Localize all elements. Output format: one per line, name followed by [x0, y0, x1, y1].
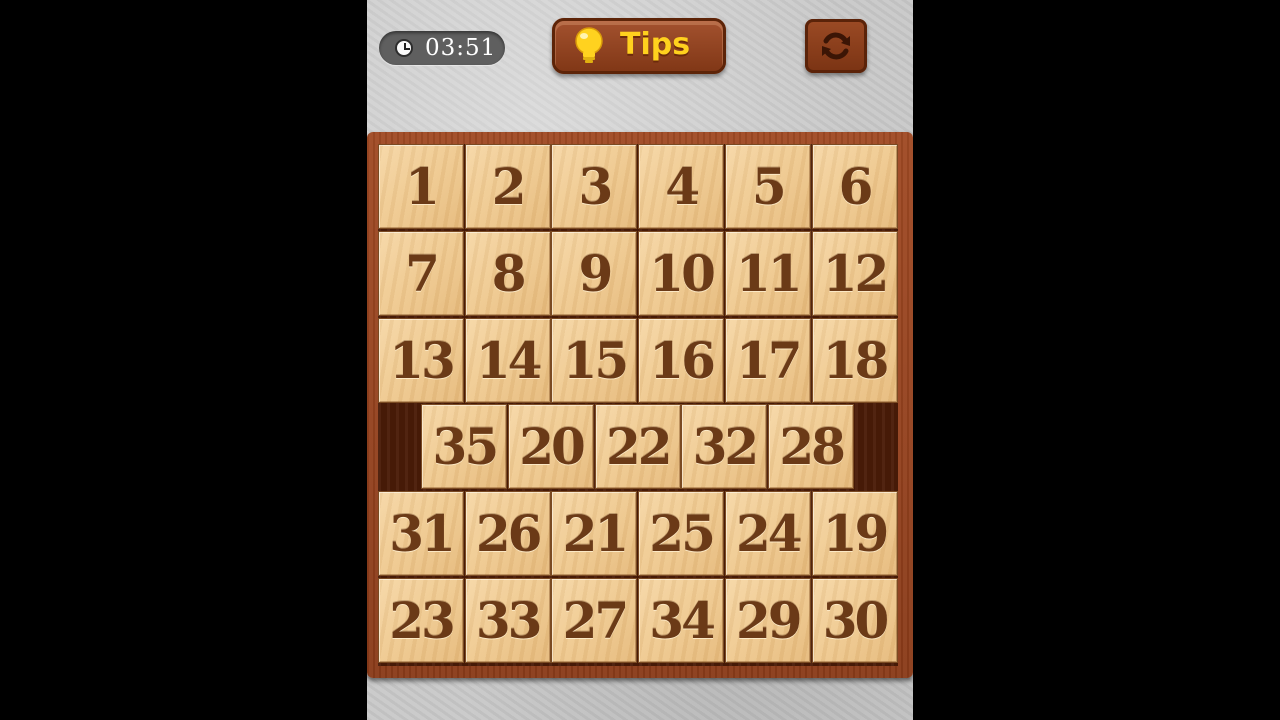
- puzzle-board: 1 2 3 4 5 6 7 8 9 10 11 12 13 14 15 16 17 18 35 20 22 32 28 31 2…: [367, 132, 913, 678]
- tile-number: 11: [736, 243, 803, 303]
- timer: 03:51: [379, 31, 505, 65]
- timer-text: 03:51: [425, 35, 497, 61]
- tile-number: 10: [649, 243, 716, 303]
- puzzle-tile[interactable]: 3: [551, 144, 638, 229]
- tile-number: 28: [779, 417, 846, 477]
- puzzle-tile[interactable]: 10: [638, 230, 725, 316]
- puzzle-tile[interactable]: 16: [638, 317, 725, 403]
- puzzle-tile[interactable]: 30: [811, 578, 898, 663]
- puzzle-tile[interactable]: 1: [378, 144, 464, 229]
- tile-number: 30: [822, 591, 890, 650]
- puzzle-tile[interactable]: 7: [378, 230, 464, 316]
- puzzle-tile[interactable]: 18: [811, 317, 898, 403]
- tips-button[interactable]: Tips: [552, 18, 726, 74]
- refresh-icon: [822, 32, 850, 60]
- puzzle-tile[interactable]: 23: [378, 578, 464, 663]
- puzzle-tile[interactable]: 31: [378, 491, 464, 577]
- puzzle-tile[interactable]: 20: [508, 404, 595, 490]
- tile-number: 8: [491, 243, 527, 303]
- game-screen: 03:51 Tips 1 2 3 4 5 6 7 8 9 10 11 12 13 14 15 16 17 18 35…: [367, 0, 913, 720]
- tile-number: 12: [822, 243, 890, 303]
- tile-number: 13: [389, 330, 456, 390]
- tile-number: 4: [665, 157, 700, 216]
- puzzle-tile[interactable]: 8: [464, 230, 551, 316]
- puzzle-tile[interactable]: 35: [421, 404, 508, 490]
- tile-number: 26: [475, 504, 543, 564]
- tile-number: 21: [562, 504, 630, 564]
- puzzle-tile[interactable]: 24: [724, 491, 811, 577]
- tile-grid: 1 2 3 4 5 6 7 8 9 10 11 12 13 14 15 16 17 18 35 20 22 32 28 31 2…: [378, 144, 898, 666]
- puzzle-tile[interactable]: 25: [638, 491, 725, 577]
- tile-number: 25: [649, 504, 716, 564]
- restart-button[interactable]: [805, 19, 867, 73]
- puzzle-tile[interactable]: 2: [464, 144, 551, 229]
- puzzle-tile[interactable]: 9: [551, 230, 638, 316]
- tile-number: 7: [405, 243, 440, 303]
- puzzle-tile[interactable]: 17: [724, 317, 811, 403]
- puzzle-tile[interactable]: 4: [638, 144, 725, 229]
- tile-number: 20: [519, 417, 586, 477]
- puzzle-tile[interactable]: 6: [811, 144, 898, 229]
- puzzle-tile[interactable]: 19: [811, 491, 898, 577]
- tile-number: 22: [605, 417, 673, 477]
- tile-number: 23: [389, 591, 456, 650]
- tile-number: 3: [578, 157, 613, 216]
- tips-label: Tips: [620, 27, 691, 62]
- tile-number: 5: [751, 157, 787, 216]
- tile-number: 27: [562, 591, 630, 650]
- puzzle-tile[interactable]: 33: [464, 578, 551, 663]
- puzzle-tile[interactable]: 34: [638, 578, 725, 663]
- tile-number: 17: [736, 330, 803, 390]
- tile-number: 24: [736, 504, 803, 564]
- tile-number: 34: [649, 591, 716, 650]
- puzzle-tile[interactable]: 12: [811, 230, 898, 316]
- puzzle-tile[interactable]: 21: [551, 491, 638, 577]
- tile-number: 32: [692, 417, 760, 477]
- tile-number: 31: [389, 504, 456, 564]
- puzzle-tile[interactable]: 5: [724, 144, 811, 229]
- tile-number: 35: [432, 417, 500, 477]
- tile-number: 9: [578, 243, 613, 303]
- puzzle-tile[interactable]: 14: [464, 317, 551, 403]
- tile-number: 18: [822, 330, 890, 390]
- tile-number: 15: [562, 330, 630, 390]
- clock-icon: [395, 39, 413, 57]
- tile-number: 19: [822, 504, 890, 564]
- puzzle-tile[interactable]: 11: [724, 230, 811, 316]
- puzzle-tile[interactable]: 28: [768, 404, 855, 490]
- tile-number: 14: [475, 330, 543, 390]
- puzzle-tile[interactable]: 13: [378, 317, 464, 403]
- tile-number: 2: [491, 157, 527, 216]
- tile-number: 1: [405, 157, 440, 216]
- puzzle-tile[interactable]: 27: [551, 578, 638, 663]
- puzzle-tile[interactable]: 22: [594, 404, 681, 490]
- tile-number: 6: [838, 157, 874, 216]
- tile-number: 16: [649, 330, 716, 390]
- puzzle-tile[interactable]: 32: [681, 404, 768, 490]
- puzzle-tile[interactable]: 29: [724, 578, 811, 663]
- tile-number: 33: [475, 591, 543, 650]
- tile-number: 29: [736, 591, 803, 650]
- lightbulb-icon: [575, 27, 603, 63]
- puzzle-tile[interactable]: 26: [464, 491, 551, 577]
- puzzle-tile[interactable]: 15: [551, 317, 638, 403]
